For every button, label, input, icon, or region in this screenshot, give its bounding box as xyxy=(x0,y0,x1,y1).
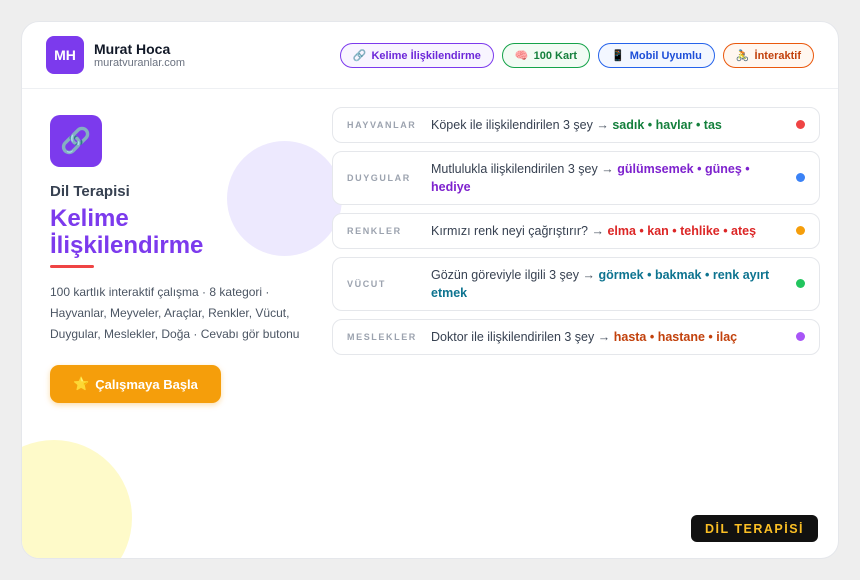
card-prompt: Köpek ile ilişkilendirilen 3 şey xyxy=(431,118,593,132)
card-prompt: Doktor ile ilişkilendirilen 3 şey xyxy=(431,330,595,344)
arrow-right-icon: → xyxy=(596,118,609,132)
badge-mobile-friendly: 📱 Mobil Uyumlu xyxy=(598,43,715,68)
arrow-right-icon: → xyxy=(591,224,604,238)
card-prompt: Gözün göreviyle ilgili 3 şey xyxy=(431,268,579,282)
author-site-link[interactable]: muratvuranlar.com xyxy=(94,57,185,69)
card-content: Gözün göreviyle ilgili 3 şey → görmek • … xyxy=(431,266,776,302)
hero-eyebrow: Dil Terapisi xyxy=(50,183,130,200)
start-practice-label: Çalışmaya Başla xyxy=(95,376,198,392)
avatar: MH xyxy=(46,36,84,74)
card-answers: elma • kan • tehlike • ateş xyxy=(607,224,757,238)
card-category: VÜCUT xyxy=(347,279,386,289)
title-line-1: Kelime xyxy=(50,205,129,232)
list-item[interactable]: HAYVANLAR Köpek ile ilişkilendirilen 3 ş… xyxy=(332,107,820,143)
card-category: HAYVANLAR xyxy=(347,120,417,130)
badge-label: Mobil Uyumlu xyxy=(629,49,702,62)
arrow-right-icon: → xyxy=(601,162,614,176)
link-icon: 🔗 xyxy=(352,50,367,62)
status-dot xyxy=(796,120,805,129)
example-card-list: HAYVANLAR Köpek ile ilişkilendirilen 3 ş… xyxy=(332,107,820,363)
card-answers: sadık • havlar • tas xyxy=(612,118,722,132)
mobile-icon: 📱 xyxy=(611,50,625,62)
title-line-2: İlişkilendirme xyxy=(50,232,204,259)
list-item[interactable]: VÜCUT Gözün göreviyle ilgili 3 şey → gör… xyxy=(332,257,820,311)
decorative-yellow-circle xyxy=(22,440,132,558)
card-prompt: Mutlulukla ilişkilendirilen 3 şey xyxy=(431,162,598,176)
author-name: Murat Hoca xyxy=(94,41,171,57)
status-dot xyxy=(796,279,805,288)
badge-card-count: 🧠 100 Kart xyxy=(501,43,591,68)
badge-label: 100 Kart xyxy=(533,49,578,62)
start-practice-button[interactable]: ⭐ Çalışmaya Başla xyxy=(50,365,221,403)
card-content: Köpek ile ilişkilendirilen 3 şey → sadık… xyxy=(431,116,776,134)
badge-interactive: 🚴 İnteraktif xyxy=(722,43,814,68)
card-content: Mutlulukla ilişkilendirilen 3 şey → gülü… xyxy=(431,160,776,196)
card-header: MH Murat Hoca muratvuranlar.com 🔗 Kelime… xyxy=(22,22,838,89)
list-item[interactable]: MESLEKLER Doktor ile ilişkilendirilen 3 … xyxy=(332,319,820,355)
card-content: Doktor ile ilişkilendirilen 3 şey → hast… xyxy=(431,328,776,346)
cyclist-icon: 🚴 xyxy=(735,50,750,62)
arrow-right-icon: → xyxy=(597,330,611,344)
status-dot xyxy=(796,226,805,235)
card-content: Kırmızı renk neyi çağrıştırır? → elma • … xyxy=(431,222,776,240)
link-icon: 🔗 xyxy=(50,115,102,167)
badge-label: İnteraktif xyxy=(754,49,801,62)
hero-panel: 🔗 Dil Terapisi Kelime İlişkilendirme 100… xyxy=(50,115,300,403)
footer-category-tag: DİL TERAPİSİ xyxy=(690,515,818,542)
badge-word-association: 🔗 Kelime İlişkilendirme xyxy=(339,43,494,68)
badge-label: Kelime İlişkilendirme xyxy=(371,49,481,62)
status-dot xyxy=(796,173,805,182)
card-prompt: Kırmızı renk neyi çağrıştırır? xyxy=(431,224,588,238)
card-category: MESLEKLER xyxy=(347,332,417,342)
feature-badges: 🔗 Kelime İlişkilendirme 🧠 100 Kart 📱 Mob… xyxy=(339,43,814,68)
hero-icon-glyph: 🔗 xyxy=(60,126,92,155)
lesson-card: MH Murat Hoca muratvuranlar.com 🔗 Kelime… xyxy=(21,21,839,559)
arrow-right-icon: → xyxy=(582,268,595,282)
hero-description: 100 kartlık interaktif çalışma · 8 kateg… xyxy=(50,285,300,341)
card-category: DUYGULAR xyxy=(347,173,411,183)
status-dot xyxy=(796,332,805,341)
brain-icon: 🧠 xyxy=(514,50,529,62)
card-category: RENKLER xyxy=(347,226,402,236)
list-item[interactable]: RENKLER Kırmızı renk neyi çağrıştırır? →… xyxy=(332,213,820,249)
list-item[interactable]: DUYGULAR Mutlulukla ilişkilendirilen 3 ş… xyxy=(332,151,820,205)
page-title: Kelime İlişkilendirme xyxy=(50,205,300,259)
star-icon: ⭐ xyxy=(73,376,90,391)
title-underline xyxy=(50,265,94,268)
card-answers: hasta • hastane • ilaç xyxy=(613,330,738,344)
